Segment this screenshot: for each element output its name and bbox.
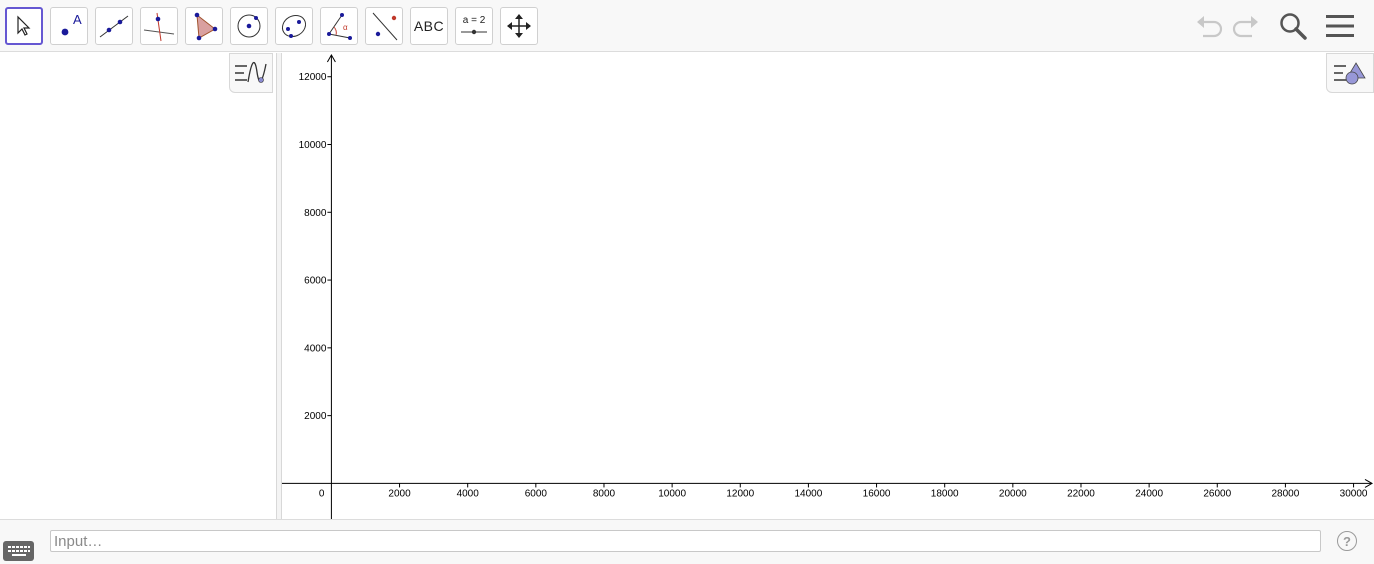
- input-bar: ?: [0, 519, 1374, 564]
- x-tick-label: 4000: [457, 488, 480, 499]
- search-icon: [1280, 13, 1307, 40]
- search-button[interactable]: [1277, 10, 1309, 42]
- input-help-button[interactable]: ?: [1337, 531, 1357, 551]
- y-tick-label: 10000: [299, 140, 327, 151]
- polygon-icon: [194, 12, 218, 41]
- text-tool-button[interactable]: ABC: [410, 7, 448, 45]
- point-tool-label: A: [73, 12, 82, 27]
- redo-icon: [1232, 16, 1258, 38]
- y-tick-label: 8000: [304, 208, 327, 219]
- point-tool-button[interactable]: A: [50, 7, 88, 45]
- y-tick-label: 12000: [299, 72, 327, 83]
- ellipse-tool-button[interactable]: [275, 7, 313, 45]
- x-tick-label: 30000: [1340, 488, 1368, 499]
- x-tick-label: 20000: [999, 488, 1027, 499]
- polygon-tool-button[interactable]: [185, 7, 223, 45]
- redo-button[interactable]: [1230, 10, 1262, 42]
- undo-button[interactable]: [1193, 10, 1225, 42]
- y-tick-label: 6000: [304, 276, 327, 287]
- y-tick-label: 4000: [304, 343, 327, 354]
- x-tick-label: 26000: [1203, 488, 1231, 499]
- angle-tool-button[interactable]: α: [320, 7, 358, 45]
- x-tick-label: 12000: [726, 488, 754, 499]
- point-icon: A: [61, 12, 82, 36]
- y-tick-label: 2000: [304, 411, 327, 422]
- menu-icon: [1326, 15, 1354, 37]
- virtual-keyboard-button[interactable]: [3, 541, 34, 561]
- x-tick-label: 16000: [863, 488, 891, 499]
- algebra-style-bar-button[interactable]: [229, 53, 273, 93]
- x-tick-label: 18000: [931, 488, 959, 499]
- keyboard-icon: [7, 546, 30, 556]
- circle-center-point-icon: [237, 14, 261, 38]
- perpendicular-line-tool-button[interactable]: [140, 7, 178, 45]
- move-tool-button[interactable]: [5, 7, 43, 45]
- help-icon: ?: [1343, 533, 1351, 549]
- slider-icon: a = 2: [461, 15, 487, 35]
- reflect-about-line-icon: [372, 12, 398, 41]
- origin-label: 0: [319, 488, 325, 499]
- algebra-view[interactable]: [0, 53, 276, 519]
- slider-tool-label: a = 2: [463, 15, 486, 26]
- graphics-style-icon: [1334, 62, 1366, 85]
- move-graphics-tool-button[interactable]: [500, 7, 538, 45]
- algebra-style-icon: [235, 62, 267, 83]
- x-tick-label: 10000: [658, 488, 686, 499]
- algebra-input-field[interactable]: [50, 530, 1321, 552]
- x-tick-label: 8000: [593, 488, 616, 499]
- reflect-tool-button[interactable]: [365, 7, 403, 45]
- x-tick-label: 24000: [1135, 488, 1163, 499]
- move-graphics-view-icon: [507, 14, 531, 38]
- slider-tool-button[interactable]: a = 2: [455, 7, 493, 45]
- perpendicular-line-icon: [143, 12, 175, 42]
- graphics-view[interactable]: 2000 4000 6000 8000 10000 12000 14000 16000 1800…: [282, 53, 1374, 519]
- menu-button[interactable]: [1324, 10, 1356, 42]
- angle-icon: α: [327, 13, 352, 40]
- angle-tool-label: α: [343, 23, 348, 32]
- ellipse-icon: [281, 14, 307, 38]
- toolbar: A α ABC a = 2: [0, 0, 1374, 52]
- line-tool-button[interactable]: [95, 7, 133, 45]
- undo-icon: [1197, 16, 1223, 38]
- x-tick-label: 14000: [795, 488, 823, 499]
- x-tick-label: 2000: [388, 488, 411, 499]
- graphics-canvas[interactable]: 2000 4000 6000 8000 10000 12000 14000 16000 1800…: [282, 53, 1374, 519]
- circle-tool-button[interactable]: [230, 7, 268, 45]
- text-tool-label: ABC: [413, 18, 445, 34]
- graphics-style-bar-button[interactable]: [1326, 53, 1374, 93]
- line-icon: [99, 15, 129, 38]
- cursor-arrow-icon: [17, 15, 31, 36]
- x-tick-label: 6000: [525, 488, 548, 499]
- x-tick-label: 28000: [1272, 488, 1300, 499]
- x-tick-label: 22000: [1067, 488, 1095, 499]
